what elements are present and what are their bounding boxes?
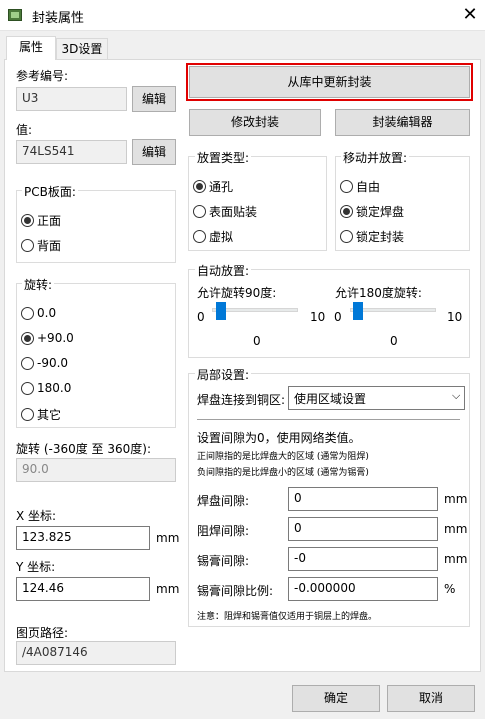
path-label: 图页路径:	[16, 626, 69, 640]
value-label: 值:	[16, 123, 33, 137]
radio-smd[interactable]: 表面贴装	[193, 203, 257, 220]
ref-edit-button[interactable]: 编辑	[132, 86, 176, 112]
radio-rot-other[interactable]: 其它	[21, 406, 61, 423]
radio-dot	[340, 180, 353, 193]
radio-dot-on	[340, 205, 353, 218]
mask-clearance-field[interactable]: 0	[288, 517, 438, 541]
move-place-title: 移动并放置:	[341, 149, 410, 166]
rotate90-slider-thumb[interactable]	[216, 302, 226, 320]
copper-connection-select[interactable]: 使用区域设置	[288, 386, 465, 410]
pad-clearance-field[interactable]: 0	[288, 487, 438, 511]
radio-dot-on	[193, 180, 206, 193]
separator	[197, 419, 460, 420]
chevron-down-icon[interactable]: ⌵	[452, 389, 460, 403]
auto-place-group	[188, 269, 470, 358]
radio-front[interactable]: 正面	[21, 212, 61, 229]
radio-dot-on	[21, 214, 34, 227]
modify-footprint-button[interactable]: 修改封装	[189, 109, 321, 136]
rotation-custom-field: 90.0	[16, 458, 176, 482]
rotate180-label: 允许180度旋转:	[335, 286, 422, 300]
radio-dot	[21, 381, 34, 395]
radio-free[interactable]: 自由	[340, 178, 380, 195]
radio-lock-footprint[interactable]: 锁定封装	[340, 228, 404, 245]
pad-clearance-unit: mm	[444, 492, 468, 506]
x-unit: mm	[156, 531, 180, 545]
pad-clearance-label: 焊盘间隙:	[197, 494, 250, 508]
rotate180-max: 10	[447, 310, 463, 324]
paste-ratio-unit: %	[444, 582, 456, 596]
y-unit: mm	[156, 582, 180, 596]
rotate180-min: 0	[334, 310, 342, 324]
update-from-library-button[interactable]: 从库中更新封装	[189, 66, 470, 98]
cancel-button[interactable]: 取消	[387, 685, 475, 712]
rotation-title: 旋转:	[22, 276, 55, 293]
value-edit-button[interactable]: 编辑	[132, 139, 176, 165]
radio-dot	[193, 205, 206, 218]
y-label: Y 坐标:	[16, 560, 56, 574]
ok-button[interactable]: 确定	[292, 685, 380, 712]
title-bar: 封装属性 ✕	[0, 0, 485, 31]
rotate180-value: 0	[390, 334, 398, 348]
app-icon	[8, 9, 22, 21]
rotate180-slider-thumb[interactable]	[353, 302, 363, 320]
paste-ratio-field[interactable]: -0.000000	[288, 577, 438, 601]
pcb-side-title: PCB板面:	[22, 183, 78, 200]
copper-connection-label: 焊盘连接到铜区:	[197, 393, 286, 407]
path-field: /4A087146	[16, 641, 176, 665]
paste-clearance-field[interactable]: -0	[288, 547, 438, 571]
tab-properties[interactable]: 属性	[6, 36, 56, 60]
rotate90-max: 10	[310, 310, 326, 324]
value-field: 74LS541	[16, 140, 127, 164]
footprint-editor-button[interactable]: 封装编辑器	[335, 109, 470, 136]
y-field[interactable]: 124.46	[16, 577, 150, 601]
radio-virtual[interactable]: 虚拟	[193, 228, 233, 245]
rotate90-min: 0	[197, 310, 205, 324]
tab-3d-settings[interactable]: 3D设置	[56, 38, 108, 60]
radio-dot	[193, 230, 206, 243]
x-label: X 坐标:	[16, 509, 57, 523]
auto-place-title: 自动放置:	[195, 262, 252, 279]
ref-field: U3	[16, 87, 127, 111]
note-zero-gap: 设置间隙为0，使用网络类值。	[197, 431, 361, 445]
mask-clearance-unit: mm	[444, 522, 468, 536]
radio-dot	[21, 239, 34, 252]
radio-dot	[21, 306, 34, 320]
paste-clearance-label: 锡膏间隙:	[197, 554, 250, 568]
radio-rot-90[interactable]: +90.0	[21, 331, 74, 345]
paste-clearance-unit: mm	[444, 552, 468, 566]
radio-dot	[340, 230, 353, 243]
note-negative-gap: 负间隙指的是比焊盘小的区域 (通常为锡膏)	[197, 468, 369, 478]
radio-dot	[21, 408, 34, 421]
local-settings-title: 局部设置:	[195, 366, 252, 383]
ref-label: 参考编号:	[16, 69, 69, 83]
radio-rot-0[interactable]: 0.0	[21, 306, 56, 320]
radio-dot	[21, 356, 34, 370]
rotate90-label: 允许旋转90度:	[197, 286, 277, 300]
radio-rot-180[interactable]: 180.0	[21, 381, 71, 395]
note-positive-gap: 正间隙指的是比焊盘大的区域 (通常为阻焊)	[197, 452, 369, 462]
radio-rot-neg90[interactable]: -90.0	[21, 356, 68, 370]
radio-lock-pads[interactable]: 锁定焊盘	[340, 203, 404, 220]
paste-ratio-label: 锡膏间隙比例:	[197, 584, 274, 598]
radio-dot-on	[21, 331, 34, 345]
placement-type-title: 放置类型:	[195, 149, 252, 166]
mask-clearance-label: 阻焊间隙:	[197, 524, 250, 538]
rotation-custom-label: 旋转 (-360度 至 360度):	[16, 442, 151, 456]
radio-through-hole[interactable]: 通孔	[193, 178, 233, 195]
copper-layer-note: 注意：阻焊和锡膏值仅适用于铜层上的焊盘。	[197, 612, 378, 622]
window-title: 封装属性	[32, 11, 85, 26]
rotate90-value: 0	[253, 334, 261, 348]
close-icon[interactable]: ✕	[458, 3, 482, 27]
radio-back[interactable]: 背面	[21, 237, 61, 254]
x-field[interactable]: 123.825	[16, 526, 150, 550]
